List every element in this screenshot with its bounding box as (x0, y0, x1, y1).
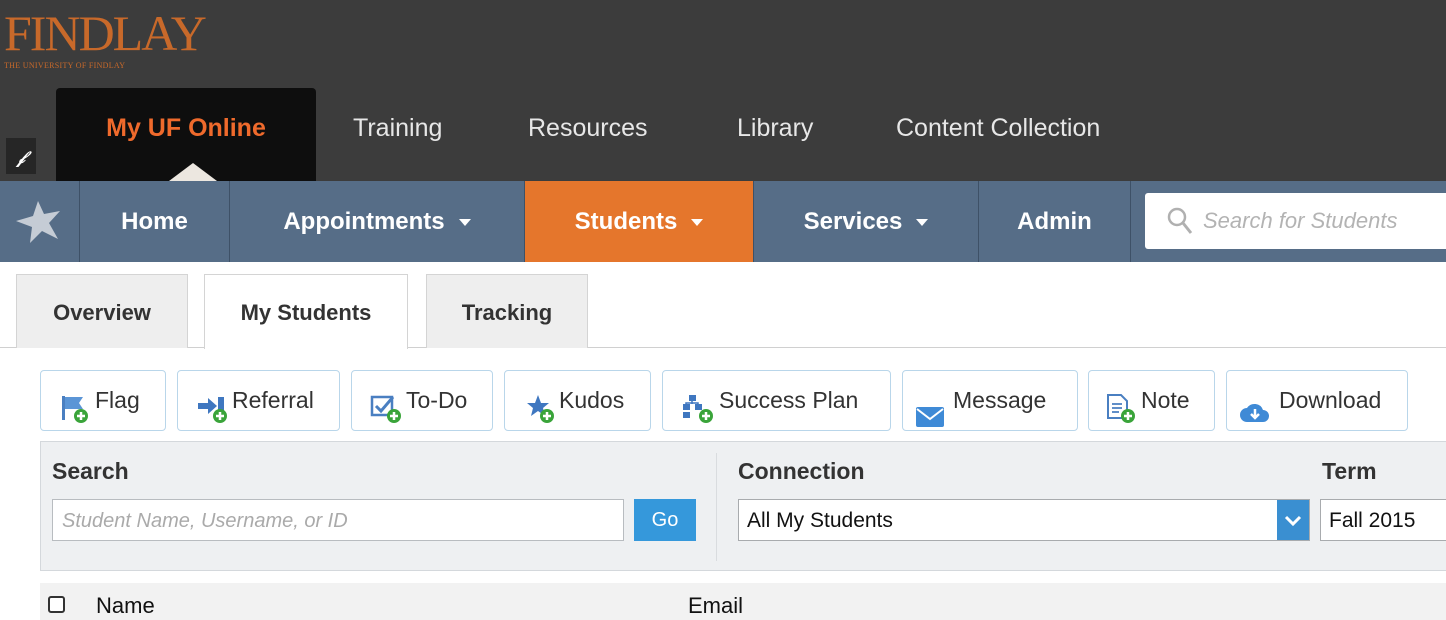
tab-resources[interactable]: Resources (528, 88, 648, 168)
tab-label: Content Collection (896, 114, 1101, 142)
tab-label: Training (353, 114, 443, 142)
tab-library[interactable]: Library (737, 88, 813, 168)
action-label: Referral (232, 387, 314, 413)
tab-content-collection[interactable]: Content Collection (896, 88, 1100, 168)
logo-subtitle: THE UNIVERSITY OF FINDLAY (4, 61, 126, 70)
nav-label: Home (121, 208, 188, 235)
tab-label: My UF Online (106, 114, 266, 142)
student-search-input[interactable]: Search for Students (1145, 193, 1446, 249)
nav-label: Admin (1017, 208, 1092, 235)
success-plan-button[interactable]: Success Plan (662, 370, 891, 431)
action-label: Note (1141, 387, 1190, 413)
search-icon (1167, 207, 1193, 240)
nav-home[interactable]: Home (80, 181, 230, 262)
caret-down-icon (458, 219, 471, 227)
kudos-add-icon (525, 387, 559, 446)
nav-students[interactable]: Students (525, 181, 754, 262)
chevron-down-icon[interactable] (1277, 500, 1309, 540)
column-header-email[interactable]: Email (688, 593, 743, 619)
starfish-logo-icon[interactable] (0, 181, 80, 262)
nav-services[interactable]: Services (754, 181, 979, 262)
findlay-logo[interactable]: FINDLAY THE UNIVERSITY OF FINDLAY (4, 5, 207, 70)
select-all-checkbox[interactable] (48, 596, 65, 613)
connection-label: Connection (738, 458, 865, 484)
nav-admin[interactable]: Admin (979, 181, 1131, 262)
message-button[interactable]: Message (902, 370, 1078, 431)
action-label: Kudos (559, 387, 625, 413)
cloud-download-icon (1239, 389, 1269, 448)
connection-value: All My Students (747, 509, 893, 532)
top-header: FINDLAY THE UNIVERSITY OF FINDLAY 𝒻 My U… (0, 0, 1446, 181)
tab-label: My Students (240, 300, 372, 325)
todo-add-icon (370, 387, 404, 446)
tab-label: Overview (53, 300, 151, 325)
kudos-button[interactable]: Kudos (504, 370, 651, 431)
tab-label: Library (737, 114, 814, 142)
tab-training[interactable]: Training (353, 88, 442, 168)
term-value: Fall 2015 (1329, 509, 1416, 532)
caret-down-icon (916, 219, 929, 227)
search-placeholder: Student Name, Username, or ID (62, 510, 348, 532)
tab-my-students[interactable]: My Students (204, 274, 408, 349)
panel-divider (716, 453, 717, 561)
tab-my-uf-online[interactable]: My UF Online (56, 88, 316, 181)
connection-select[interactable]: All My Students (738, 499, 1310, 541)
nav-label: Services (803, 208, 903, 235)
search-label: Search (52, 458, 129, 484)
tab-tracking[interactable]: Tracking (426, 274, 588, 348)
referral-add-icon (196, 387, 230, 446)
nav-label: Appointments (283, 208, 445, 235)
nav-label: Students (574, 208, 678, 235)
todo-button[interactable]: To-Do (351, 370, 493, 431)
tab-overview[interactable]: Overview (16, 274, 188, 348)
download-button[interactable]: Download (1226, 370, 1408, 431)
tab-label: Resources (528, 114, 648, 142)
search-placeholder: Search for Students (1203, 208, 1398, 233)
nav-appointments[interactable]: Appointments (230, 181, 525, 262)
term-select[interactable]: Fall 2015 (1320, 499, 1446, 541)
action-label: Flag (95, 387, 140, 413)
action-label: Success Plan (719, 387, 859, 413)
logo-wordmark: FINDLAY (4, 5, 207, 61)
action-label: Message (953, 387, 1047, 413)
referral-button[interactable]: Referral (177, 370, 340, 431)
go-label: Go (651, 509, 679, 531)
tab-label: Tracking (461, 300, 553, 325)
flag-add-icon (59, 387, 89, 446)
note-button[interactable]: Note (1088, 370, 1215, 431)
pin-icon[interactable]: 𝒻 (6, 138, 36, 174)
note-add-icon (1105, 387, 1139, 446)
go-button[interactable]: Go (634, 499, 696, 541)
student-filter-input[interactable]: Student Name, Username, or ID (52, 499, 624, 541)
term-label: Term (1322, 458, 1377, 484)
flag-button[interactable]: Flag (40, 370, 166, 431)
caret-down-icon (691, 219, 704, 227)
success-plan-add-icon (681, 387, 717, 446)
action-label: Download (1279, 387, 1382, 413)
column-header-name[interactable]: Name (96, 593, 155, 619)
main-nav: Home Appointments Students Services Admi… (0, 181, 1446, 262)
action-label: To-Do (406, 387, 468, 413)
